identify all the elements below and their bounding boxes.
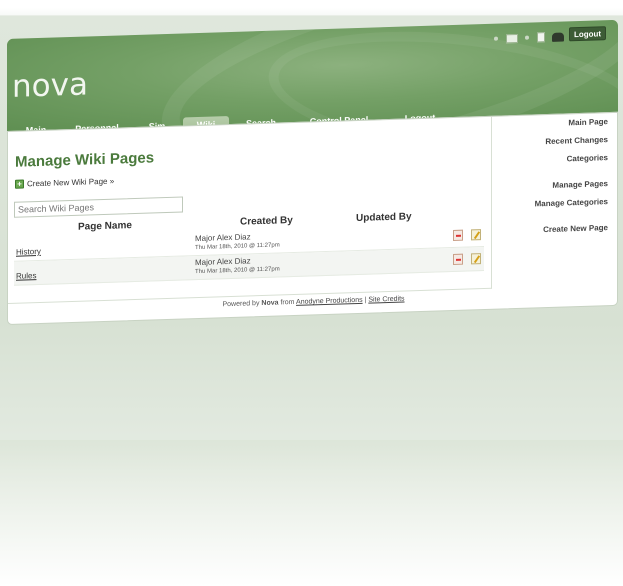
app-window: nova Logout Main Personnel Sim Wiki Sear… [7,14,618,325]
mail-icon[interactable] [506,33,518,43]
delete-icon[interactable] [453,253,463,265]
created-by-author: Major Alex Diaz [195,256,251,268]
footer-powered-by: Powered by [222,300,260,309]
page-title: Manage Wiki Pages [15,149,155,171]
footer-company-link[interactable]: Anodyne Productions [296,297,363,306]
create-wiki-page-label[interactable]: Create New Wiki Page » [27,177,114,189]
delete-icon[interactable] [453,229,463,241]
main-content: Manage Wiki Pages + Create New Wiki Page… [8,116,492,304]
top-logout-button[interactable]: Logout [569,26,606,42]
nova-logo: nova [12,66,88,105]
wiki-sidebar: Main Page Recent Changes Categories Mana… [494,113,614,289]
reflection [0,440,623,586]
column-created-by: Created By [240,215,293,228]
footer-site-credits-link[interactable]: Site Credits [368,296,404,304]
search-wiki-input[interactable] [14,196,183,218]
footer-separator: | [364,296,367,304]
sidebar-item-categories[interactable]: Categories [567,153,608,163]
column-updated-by: Updated By [356,211,412,225]
footer-from: from [280,298,295,307]
page-name-link[interactable]: History [16,247,41,257]
edit-icon[interactable] [471,253,481,265]
sidebar-item-manage-categories[interactable]: Manage Categories [535,197,608,208]
sidebar-item-main-page[interactable]: Main Page [568,117,608,127]
footer-product: Nova [261,299,279,308]
wiki-pages-table: Page Name Created By Updated By History … [14,209,484,286]
document-icon[interactable] [537,32,545,43]
create-wiki-page-link[interactable]: + Create New Wiki Page » [15,177,114,189]
sidebar-item-recent-changes[interactable]: Recent Changes [545,135,608,146]
page-name-link[interactable]: Rules [16,271,36,281]
add-page-icon[interactable]: + [15,179,24,189]
rank-cap-icon[interactable] [552,31,564,42]
sidebar-item-create-new-page[interactable]: Create New Page [543,223,608,234]
content-panel: Manage Wiki Pages + Create New Wiki Page… [7,111,618,325]
created-date: Thu Mar 18th, 2010 @ 11:27pm [195,266,280,276]
column-page-name: Page Name [78,220,132,233]
sidebar-item-manage-pages[interactable]: Manage Pages [552,179,608,190]
status-dot [494,36,498,41]
edit-icon[interactable] [471,229,481,241]
status-dot [525,35,529,40]
created-by-author: Major Alex Diaz [195,232,251,244]
created-date: Thu Mar 18th, 2010 @ 11:27pm [195,242,280,252]
